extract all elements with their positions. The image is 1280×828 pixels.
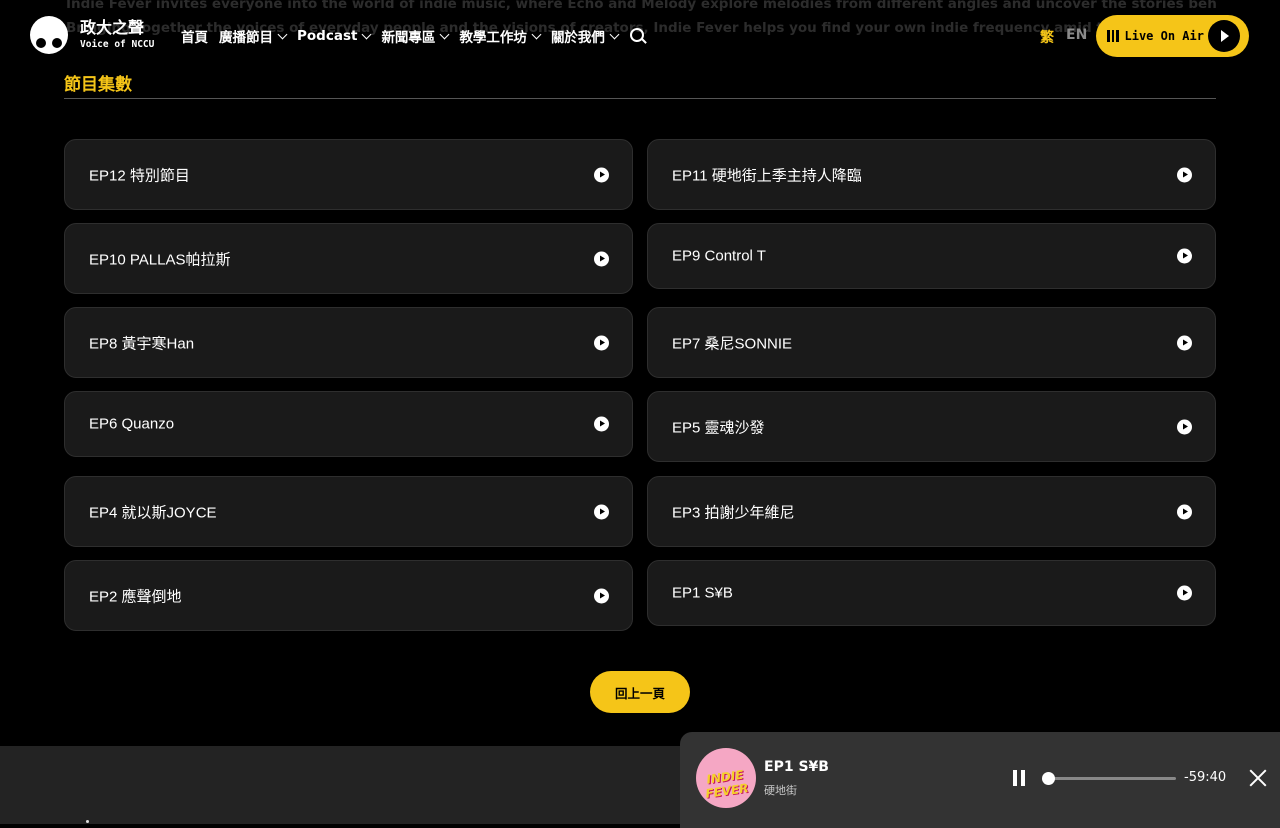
nav-item-workshop[interactable]: 教學工作坊	[459, 26, 542, 46]
lang-zh-button[interactable]: 繁	[1040, 27, 1054, 47]
play-icon[interactable]	[1177, 504, 1192, 519]
live-on-air-button[interactable]: Live On Air	[1096, 15, 1249, 57]
play-icon[interactable]	[594, 588, 609, 603]
episode-title: EP4 就以斯JOYCE	[89, 504, 217, 521]
episode-card[interactable]: EP1 S¥B	[647, 560, 1216, 626]
chevron-down-icon	[531, 29, 542, 39]
play-icon[interactable]	[594, 335, 609, 350]
episode-title: EP2 應聲倒地	[89, 588, 182, 605]
nav-label: Podcast	[297, 28, 358, 44]
episode-card[interactable]: EP9 Control T	[647, 223, 1216, 289]
episode-title: EP5 靈魂沙發	[672, 419, 765, 436]
episode-title: EP7 桑尼SONNIE	[672, 335, 793, 352]
cover-text: INDIE FEVER	[704, 767, 750, 801]
logo[interactable]: 政大之聲 Voice of NCCU	[30, 16, 154, 54]
section-title: 節目集數	[64, 75, 132, 95]
live-label: Live On Air	[1124, 29, 1204, 43]
episode-title: EP9 Control T	[672, 247, 766, 265]
nav-label: 首頁	[181, 30, 208, 46]
play-icon[interactable]	[1177, 585, 1192, 601]
episode-card[interactable]: EP2 應聲倒地	[64, 560, 633, 631]
footer-dot	[86, 820, 89, 823]
close-icon[interactable]	[1249, 769, 1267, 787]
lang-en-button[interactable]: EN	[1066, 27, 1087, 43]
search-icon[interactable]	[629, 27, 647, 45]
back-button[interactable]: 回上一頁	[590, 671, 690, 713]
main-nav: 首頁 廣播節目 Podcast 新聞專區 教學工作坊 關於我們	[181, 26, 647, 46]
nav-label: 廣播節目	[219, 30, 273, 46]
episode-card[interactable]: EP5 靈魂沙發	[647, 391, 1216, 462]
episode-card[interactable]: EP8 黃宇寒Han	[64, 307, 633, 378]
play-icon[interactable]	[594, 504, 609, 519]
play-icon[interactable]	[594, 167, 609, 182]
time-remaining: -59:40	[1184, 770, 1227, 785]
equalizer-icon	[1107, 30, 1119, 42]
play-icon	[1208, 20, 1240, 52]
player-subtitle: 硬地街	[764, 784, 797, 797]
episode-card[interactable]: EP11 硬地街上季主持人降臨	[647, 139, 1216, 210]
episode-cover: INDIE FEVER	[696, 748, 756, 808]
nav-label: 教學工作坊	[459, 30, 527, 46]
chevron-down-icon	[361, 29, 372, 39]
site-header: 政大之聲 Voice of NCCU 首頁 廣播節目 Podcast 新聞專區 …	[0, 0, 1280, 72]
episode-card[interactable]: EP7 桑尼SONNIE	[647, 307, 1216, 378]
nav-label: 新聞專區	[381, 30, 436, 46]
progress-knob[interactable]	[1042, 772, 1055, 785]
episode-title: EP10 PALLAS帕拉斯	[89, 251, 231, 268]
play-icon[interactable]	[1177, 419, 1192, 434]
audio-player: INDIE FEVER EP1 S¥B 硬地街 -59:40	[680, 732, 1280, 828]
progress-bar[interactable]	[1042, 772, 1176, 785]
episode-title: EP12 特別節目	[89, 167, 190, 184]
nav-label: 關於我們	[550, 30, 605, 46]
episode-title: EP3 拍謝少年維尼	[672, 504, 795, 521]
episode-title: EP8 黃宇寒Han	[89, 335, 195, 352]
episode-title: EP11 硬地街上季主持人降臨	[672, 167, 862, 184]
chevron-down-icon	[609, 29, 620, 39]
episode-card[interactable]: EP12 特別節目	[64, 139, 633, 210]
play-icon[interactable]	[1177, 335, 1192, 350]
nav-item-news[interactable]: 新聞專區	[381, 26, 450, 46]
play-icon[interactable]	[594, 251, 609, 266]
episode-card[interactable]: EP3 拍謝少年維尼	[647, 476, 1216, 547]
pause-icon[interactable]	[1013, 770, 1027, 786]
nav-item-home[interactable]: 首頁	[181, 26, 208, 46]
logo-headphones-icon	[30, 16, 68, 54]
chevron-down-icon	[439, 29, 450, 39]
divider	[64, 98, 1216, 99]
nav-item-podcast[interactable]: Podcast	[297, 28, 372, 44]
play-icon[interactable]	[594, 416, 609, 432]
player-title: EP1 S¥B	[764, 759, 829, 775]
play-icon[interactable]	[1177, 167, 1192, 182]
logo-subtitle: Voice of NCCU	[80, 39, 155, 50]
chevron-down-icon	[277, 29, 288, 39]
episode-card[interactable]: EP6 Quanzo	[64, 391, 633, 457]
play-icon[interactable]	[1177, 248, 1192, 264]
logo-title: 政大之聲	[80, 18, 145, 37]
episode-title: EP6 Quanzo	[89, 415, 175, 433]
nav-item-radio[interactable]: 廣播節目	[219, 26, 288, 46]
episode-card[interactable]: EP10 PALLAS帕拉斯	[64, 223, 633, 294]
nav-item-about[interactable]: 關於我們	[550, 26, 620, 46]
episode-card[interactable]: EP4 就以斯JOYCE	[64, 476, 633, 547]
episode-title: EP1 S¥B	[672, 584, 733, 602]
